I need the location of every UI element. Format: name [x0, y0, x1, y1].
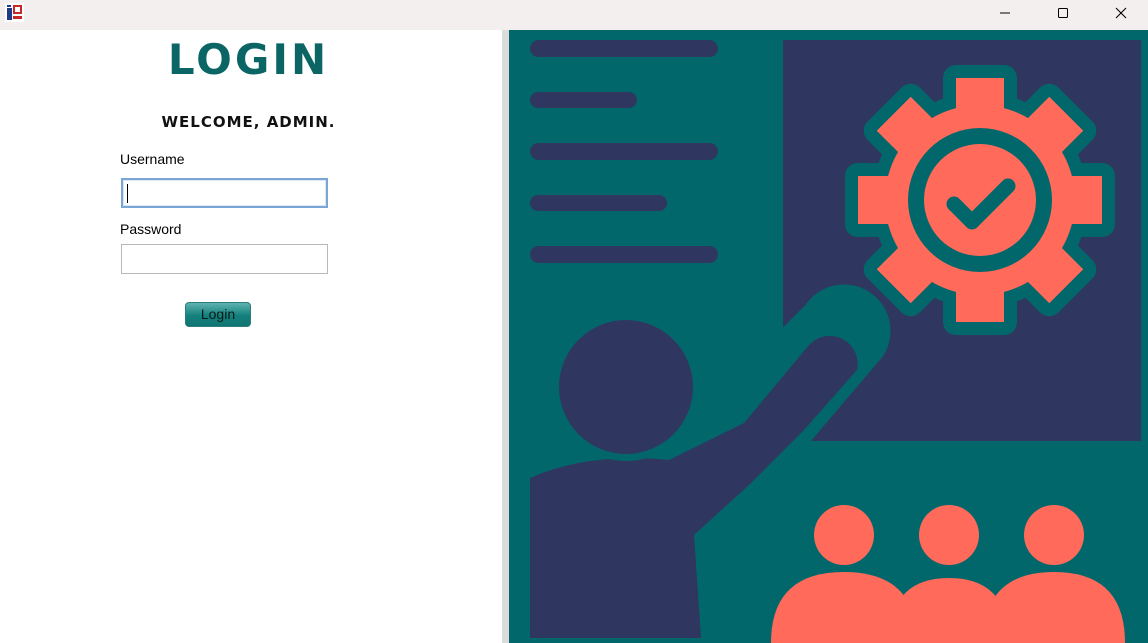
password-label: Password	[120, 221, 182, 237]
username-label: Username	[120, 151, 185, 167]
login-window: LOGIN WELCOME, ADMIN. Username Password …	[0, 0, 1148, 643]
title-bar	[0, 0, 1148, 30]
close-button[interactable]	[1092, 0, 1148, 30]
minimize-button[interactable]	[976, 0, 1034, 30]
panel-divider	[502, 30, 509, 643]
login-panel: LOGIN WELCOME, ADMIN. Username Password …	[0, 30, 502, 643]
text-caret	[127, 184, 128, 203]
close-icon	[1115, 6, 1127, 24]
gear-check-icon	[845, 65, 1115, 335]
maximize-button[interactable]	[1034, 0, 1092, 30]
minimize-icon	[999, 6, 1011, 24]
maximize-icon	[1057, 6, 1069, 24]
password-input[interactable]	[121, 244, 328, 274]
username-input[interactable]	[121, 178, 328, 208]
login-heading: LOGIN	[167, 35, 330, 84]
app-logo-icon	[5, 3, 24, 22]
welcome-message: WELCOME, ADMIN.	[161, 113, 336, 131]
presenter-with-gear-illustration	[509, 30, 1148, 643]
login-button[interactable]: Login	[185, 302, 251, 327]
